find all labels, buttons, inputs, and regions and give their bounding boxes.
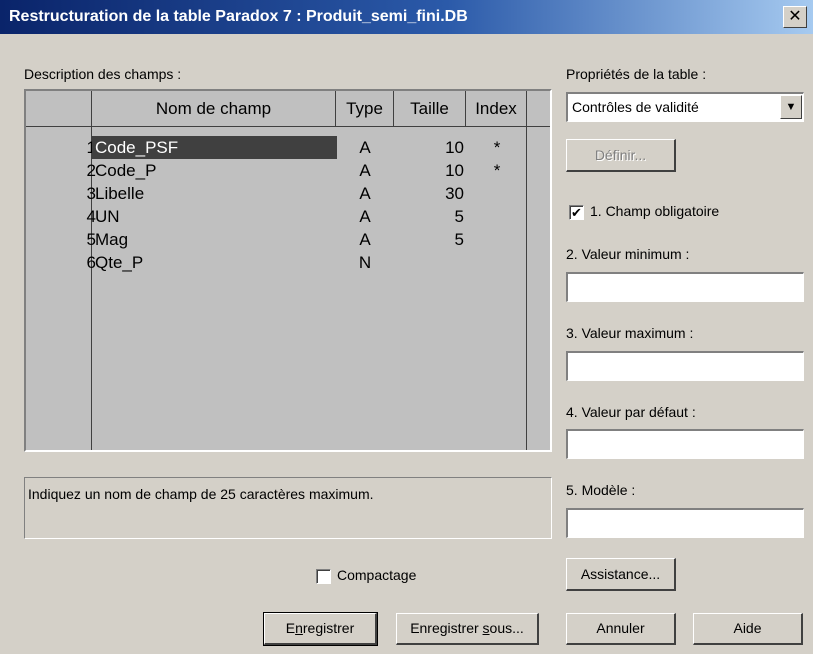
table-properties-label: Propriétés de la table : [566,66,707,82]
fields-table[interactable]: Nom de champ Type Taille Index 1Code_PSF… [24,89,552,452]
table-row[interactable]: 2 Code_P A 10 * [26,159,550,182]
field-index-cell[interactable] [472,205,522,228]
close-button[interactable]: ✕ [783,6,807,28]
table-properties-select[interactable]: Contrôles de validité ▼ [566,92,804,122]
hint-text: Indiquez un nom de champ de 25 caractère… [28,486,374,502]
model-label: 5. Modèle : [566,482,636,498]
default-value-input[interactable] [566,429,804,459]
field-size-cell[interactable]: 10 [394,136,464,159]
table-row[interactable]: 6 Qte_P N [26,251,550,274]
field-type-cell[interactable]: A [336,228,394,251]
max-value-label: 3. Valeur maximum : [566,325,694,341]
save-as-button[interactable]: Enregistrer sous... [396,613,539,645]
check-icon: ✔ [571,205,582,220]
field-size-cell[interactable]: 5 [394,228,464,251]
cancel-button[interactable]: Annuler [566,613,676,645]
row-number-header [26,91,92,126]
hint-panel: Indiquez un nom de champ de 25 caractère… [24,477,552,539]
selected-property: Contrôles de validité [572,99,699,115]
required-field-label: 1. Champ obligatoire [590,203,720,219]
field-size-cell[interactable]: 30 [394,182,464,205]
window-title: Restructuration de la table Paradox 7 : … [9,8,468,25]
field-size-cell[interactable] [394,251,464,274]
save-mnemonic: n [295,620,303,636]
column-header-size[interactable]: Taille [394,91,466,126]
table-row[interactable]: 5 Mag A 5 [26,228,550,251]
define-button[interactable]: Définir... [566,139,676,172]
save-as-label-part: ous... [489,620,524,636]
min-value-input[interactable] [566,272,804,302]
close-icon: ✕ [788,8,802,25]
min-value-label: 2. Valeur minimum : [566,246,690,262]
assistance-button[interactable]: Assistance... [566,558,676,591]
field-type-cell[interactable]: N [336,251,394,274]
model-input[interactable] [566,508,804,538]
field-name-cell[interactable]: Code_PSF [92,136,337,159]
field-type-cell[interactable]: A [336,182,394,205]
title-bar: Restructuration de la table Paradox 7 : … [0,0,813,34]
field-name-cell[interactable]: UN [92,205,337,228]
save-label-part: registrer [302,620,355,636]
table-row[interactable]: 4 UN A 5 [26,205,550,228]
column-header-index[interactable]: Index [466,91,527,126]
dropdown-arrow-icon[interactable]: ▼ [780,95,802,119]
save-button[interactable]: Enregistrer [263,612,378,646]
field-size-cell[interactable]: 10 [394,159,464,182]
field-index-cell[interactable] [472,228,522,251]
field-name-cell[interactable]: Libelle [92,182,337,205]
field-index-cell[interactable] [472,182,522,205]
column-header-name[interactable]: Nom de champ [92,91,336,126]
field-name-cell[interactable]: Qte_P [92,251,337,274]
default-value-label: 4. Valeur par défaut : [566,404,696,420]
field-index-cell[interactable] [472,251,522,274]
field-name-cell[interactable]: Mag [92,228,337,251]
save-as-mnemonic: s [482,620,490,636]
max-value-input[interactable] [566,351,804,381]
field-name-cell[interactable]: Code_P [92,159,337,182]
required-field-checkbox[interactable]: ✔ [569,205,584,220]
field-type-cell[interactable]: A [336,205,394,228]
field-size-cell[interactable]: 5 [394,205,464,228]
save-as-label-part: Enregistrer [410,620,483,636]
field-type-cell[interactable]: A [336,159,394,182]
compactage-label: Compactage [337,567,417,583]
fields-section-label: Description des champs : [24,66,182,82]
field-index-cell[interactable]: * [472,136,522,159]
save-label-part: E [285,620,296,636]
fields-table-header: Nom de champ Type Taille Index [26,91,550,127]
column-header-type[interactable]: Type [336,91,394,126]
table-row[interactable]: 3 Libelle A 30 [26,182,550,205]
help-button[interactable]: Aide [693,613,803,645]
field-index-cell[interactable]: * [472,159,522,182]
field-type-cell[interactable]: A [336,136,394,159]
compactage-checkbox[interactable] [316,569,331,584]
table-row[interactable]: 1Code_PSFA10* [26,136,550,159]
